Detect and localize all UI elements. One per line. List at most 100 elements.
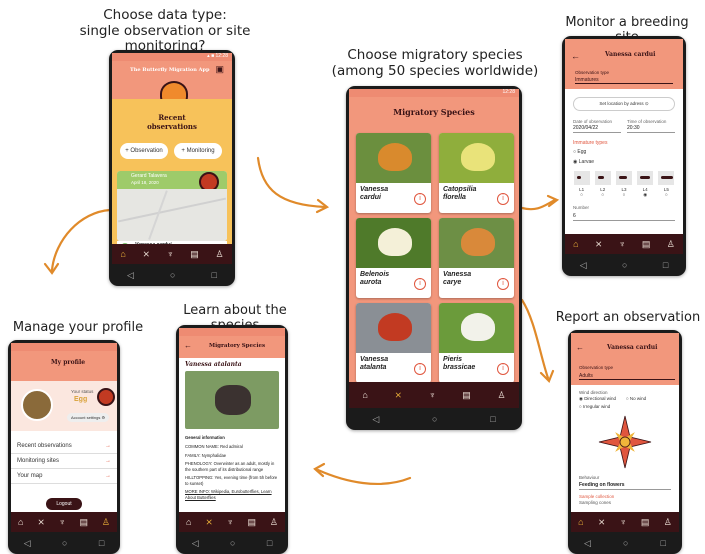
recents-icon[interactable]: □ bbox=[212, 270, 217, 280]
date-field[interactable]: 2020/04/22 bbox=[573, 124, 621, 133]
home-icon[interactable]: ⌂ bbox=[120, 249, 125, 259]
info-icon[interactable]: i bbox=[414, 363, 426, 375]
recents-icon[interactable]: □ bbox=[661, 538, 666, 548]
trophy-icon[interactable]: ♆ bbox=[620, 517, 627, 527]
app-nav-bar: ⌂ ⨯ ♆ ▤ ♙ bbox=[179, 512, 285, 532]
book-nav-icon[interactable]: ▤ bbox=[79, 517, 88, 528]
butterfly-wing bbox=[378, 313, 412, 341]
avatar[interactable] bbox=[21, 389, 53, 421]
butterfly-icon[interactable]: ⨯ bbox=[598, 517, 606, 528]
profile-icon[interactable]: ♙ bbox=[667, 239, 675, 250]
back-icon[interactable]: ◁ bbox=[192, 538, 199, 549]
larval-stage-option[interactable]: L4 ◉ bbox=[637, 171, 654, 198]
profile-icon[interactable]: ♙ bbox=[664, 517, 672, 528]
logout-button[interactable]: Logout bbox=[46, 498, 82, 510]
larval-stage-option[interactable]: L3 ○ bbox=[615, 171, 632, 198]
profile-menu-item[interactable]: Recent observations → bbox=[11, 439, 117, 454]
home-circle-icon[interactable]: ○ bbox=[623, 538, 628, 548]
home-icon[interactable]: ⌂ bbox=[18, 517, 23, 527]
book-nav-icon[interactable]: ▤ bbox=[190, 249, 199, 260]
trophy-icon[interactable]: ♆ bbox=[429, 390, 436, 400]
no-wind-option[interactable]: ○ No wind bbox=[626, 396, 646, 402]
info-icon[interactable]: i bbox=[414, 278, 426, 290]
home-icon[interactable]: ⌂ bbox=[573, 239, 578, 249]
butterfly-icon[interactable]: ⨯ bbox=[37, 517, 45, 528]
profile-icon[interactable]: ♙ bbox=[102, 517, 110, 528]
location-button[interactable]: Set location by adress ⊙ bbox=[573, 97, 675, 111]
back-arrow-icon[interactable]: ← bbox=[571, 51, 580, 61]
profile-menu-item[interactable]: Your map → bbox=[11, 469, 117, 484]
home-circle-icon[interactable]: ○ bbox=[432, 414, 437, 424]
monitoring-button[interactable]: + Monitoring bbox=[174, 143, 222, 159]
home-icon[interactable]: ⌂ bbox=[362, 390, 367, 400]
book-nav-icon[interactable]: ▤ bbox=[247, 517, 256, 528]
species-card[interactable]: Vanessa cardui i bbox=[356, 133, 431, 213]
observation-button[interactable]: + Observation bbox=[120, 143, 168, 159]
trophy-icon[interactable]: ♆ bbox=[227, 517, 234, 527]
profile-icon[interactable]: ♙ bbox=[498, 390, 506, 401]
larval-stage-option[interactable]: L5 ○ bbox=[658, 171, 675, 198]
back-icon[interactable]: ◁ bbox=[24, 538, 31, 549]
species-photo bbox=[439, 218, 514, 268]
species-card[interactable]: Catopsilia florella i bbox=[439, 133, 514, 213]
recent-observation-card[interactable]: Gerard Talavera April 18, 2020 bbox=[117, 171, 227, 241]
more-info-links[interactable]: MORE INFO: Wikipedia, Eurobutterflies, L… bbox=[185, 489, 279, 500]
back-icon[interactable]: ◁ bbox=[127, 270, 134, 281]
back-icon[interactable]: ◁ bbox=[580, 260, 587, 271]
trophy-icon[interactable]: ♆ bbox=[167, 249, 174, 259]
obs-type-select[interactable]: Immatures bbox=[575, 77, 673, 84]
book-nav-icon[interactable]: ▤ bbox=[642, 239, 651, 250]
larva-icon bbox=[637, 171, 654, 185]
back-arrow-icon[interactable]: ← bbox=[576, 343, 584, 352]
recents-icon[interactable]: □ bbox=[267, 538, 272, 548]
account-settings-button[interactable]: Account settings ⚙ bbox=[67, 413, 110, 422]
butterfly-icon[interactable]: ⨯ bbox=[205, 517, 213, 528]
species-card[interactable]: Vanessa atalanta i bbox=[356, 303, 431, 383]
home-circle-icon[interactable]: ○ bbox=[170, 270, 175, 280]
trophy-icon[interactable]: ♆ bbox=[619, 239, 626, 249]
larval-stage-option[interactable]: L2 ○ bbox=[594, 171, 611, 198]
book-nav-icon[interactable]: ▤ bbox=[462, 390, 471, 401]
recents-icon[interactable]: □ bbox=[490, 414, 495, 424]
behaviour-select[interactable]: Feeding on flowers bbox=[579, 481, 671, 490]
profile-icon[interactable]: ♙ bbox=[270, 517, 278, 528]
back-icon[interactable]: ◁ bbox=[584, 538, 591, 549]
book-nav-icon[interactable]: ▤ bbox=[641, 517, 650, 528]
sampling-cones[interactable]: Sampling cones bbox=[571, 499, 679, 506]
info-icon[interactable]: i bbox=[414, 193, 426, 205]
time-field[interactable]: 20:30 bbox=[627, 124, 675, 133]
app-nav-bar: ⌂ ⨯ ♆ ▤ ♙ bbox=[11, 512, 117, 532]
book-icon[interactable]: ▣ bbox=[215, 64, 224, 75]
number-field[interactable]: 6 bbox=[573, 212, 675, 221]
info-icon[interactable]: i bbox=[497, 278, 509, 290]
larval-stage-option[interactable]: L1 ○ bbox=[573, 171, 590, 198]
back-icon[interactable]: ◁ bbox=[372, 414, 379, 425]
directional-wind-option[interactable]: ◉ Directional wind bbox=[579, 396, 616, 402]
back-arrow-icon[interactable]: ← bbox=[184, 341, 192, 350]
trophy-icon[interactable]: ♆ bbox=[59, 517, 66, 527]
species-card[interactable]: Belenois aurota i bbox=[356, 218, 431, 298]
irregular-wind-option[interactable]: ○ Irregular wind bbox=[571, 402, 679, 411]
profile-icon[interactable]: ♙ bbox=[216, 249, 224, 260]
home-icon[interactable]: ⌂ bbox=[578, 517, 583, 527]
info-icon[interactable]: i bbox=[497, 193, 509, 205]
larvae-option[interactable]: ◉ Larvae bbox=[565, 156, 683, 168]
home-circle-icon[interactable]: ○ bbox=[622, 260, 627, 270]
butterfly-icon[interactable]: ⨯ bbox=[595, 239, 603, 250]
butterfly-icon[interactable]: ⨯ bbox=[395, 390, 403, 401]
recents-icon[interactable]: □ bbox=[99, 538, 104, 548]
info-icon[interactable]: i bbox=[497, 363, 509, 375]
butterfly-icon[interactable]: ⨯ bbox=[143, 249, 151, 260]
home-circle-icon[interactable]: ○ bbox=[62, 538, 67, 548]
egg-option[interactable]: ○ Egg bbox=[565, 148, 683, 156]
recents-icon[interactable]: □ bbox=[663, 260, 668, 270]
home-icon[interactable]: ⌂ bbox=[186, 517, 191, 527]
profile-menu-item[interactable]: Monitoring sites → bbox=[11, 454, 117, 469]
phone-learn: ← Migratory Species Vanessa atalanta Gen… bbox=[176, 325, 288, 554]
home-circle-icon[interactable]: ○ bbox=[230, 538, 235, 548]
species-card[interactable]: Pieris brassicae i bbox=[439, 303, 514, 383]
phone-species: 12:28 Migratory Species Vanessa cardui i C… bbox=[346, 86, 522, 430]
obs-type-select[interactable]: Adults bbox=[579, 373, 675, 380]
wind-compass-icon[interactable] bbox=[571, 411, 679, 473]
species-card[interactable]: Vanessa carye i bbox=[439, 218, 514, 298]
